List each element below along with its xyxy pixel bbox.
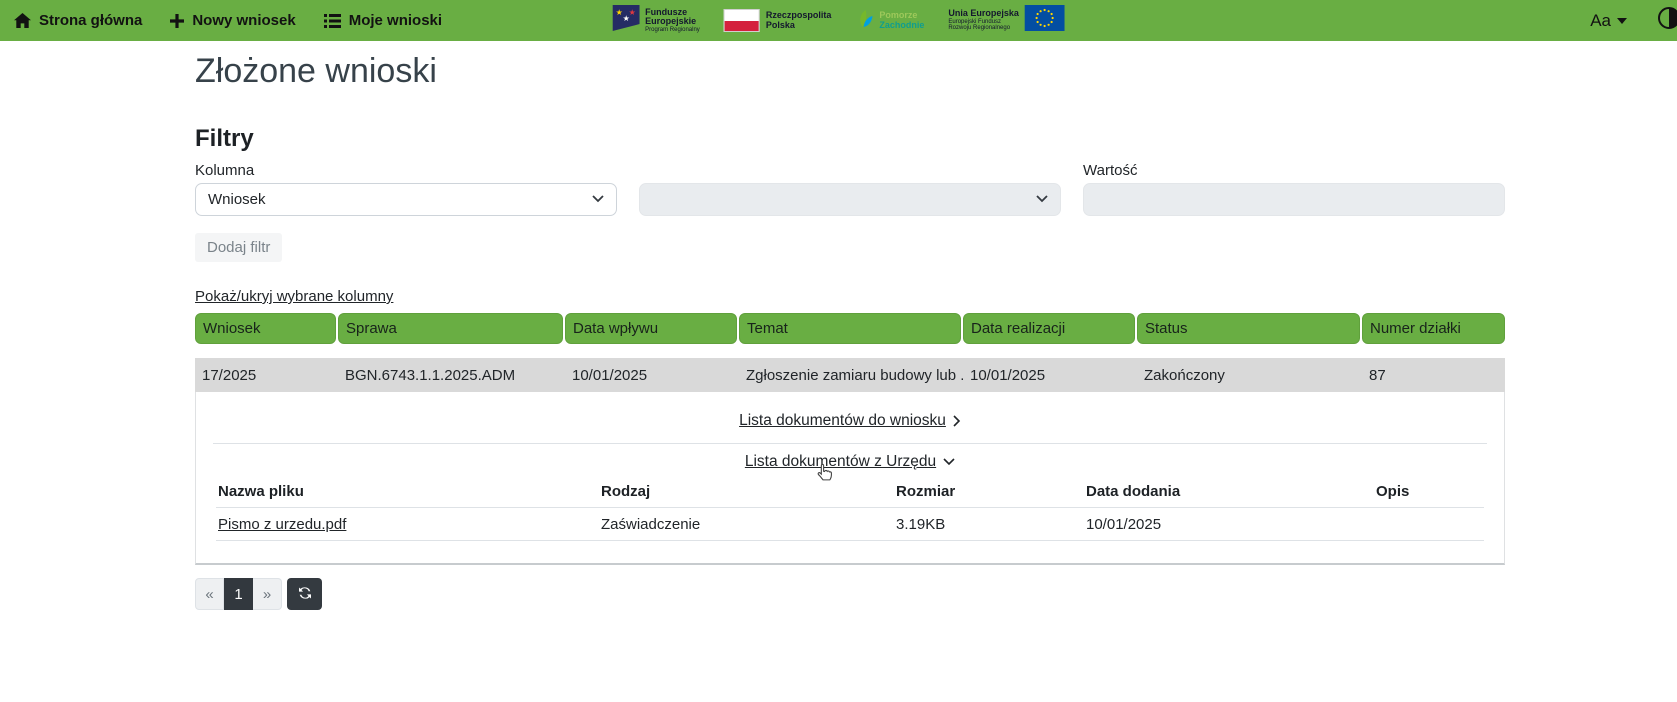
- column-header-status[interactable]: Status: [1137, 313, 1360, 344]
- doc-cell-rozmiar: 3.19KB: [896, 516, 1086, 533]
- column-select-value: Wniosek: [208, 191, 266, 208]
- plus-icon: [170, 14, 184, 28]
- documents-to-application-link[interactable]: Lista dokumentów do wniosku: [739, 412, 961, 430]
- doc-header-rodzaj: Rodzaj: [601, 483, 896, 500]
- documents-from-office-link[interactable]: Lista dokumentów z Urzędu: [745, 453, 955, 471]
- doc-header-nazwa-pliku: Nazwa pliku: [216, 483, 601, 500]
- documents-from-office-label: Lista dokumentów z Urzędu: [745, 453, 936, 471]
- documents-to-application-row: Lista dokumentów do wniosku: [216, 412, 1484, 430]
- filter-row: Kolumna Wniosek Wartość: [195, 162, 1505, 216]
- filter-column-field: Kolumna Wniosek: [195, 162, 617, 216]
- column-header-wniosek[interactable]: Wniosek: [195, 313, 336, 344]
- logo-fundusze-europejskie: ★ ★ ★ Fundusze Europejskie Program Regio…: [612, 5, 700, 36]
- table-row[interactable]: 17/2025 BGN.6743.1.1.2025.ADM 10/01/2025…: [195, 358, 1505, 392]
- column-header-temat[interactable]: Temat: [739, 313, 961, 344]
- cell-temat: Zgłoszenie zamiaru budowy lub ...: [739, 367, 963, 384]
- doc-header-opis: Opis: [1376, 483, 1484, 500]
- doc-cell-nazwa-pliku: Pismo z urzedu.pdf: [216, 516, 601, 533]
- caret-down-icon: [1617, 18, 1627, 24]
- logo-pomorze-zachodnie: Pomorze Zachodnie: [855, 7, 924, 34]
- column-header-data-realizacji[interactable]: Data realizacji: [963, 313, 1135, 344]
- list-icon: [324, 14, 341, 28]
- value-label: Wartość: [1083, 162, 1505, 179]
- nav-item-home[interactable]: Strona główna: [14, 12, 142, 29]
- home-icon: [14, 13, 31, 28]
- column-header-numer-dzialki[interactable]: Numer działki: [1362, 313, 1505, 344]
- poland-flag-icon: [724, 9, 760, 32]
- cell-status: Zakończony: [1137, 367, 1362, 384]
- document-file-link[interactable]: Pismo z urzedu.pdf: [218, 516, 346, 533]
- documents-table-header: Nazwa pliku Rodzaj Rozmiar Data dodania …: [216, 479, 1484, 508]
- document-row: Pismo z urzedu.pdf Zaświadczenie 3.19KB …: [216, 508, 1484, 541]
- svg-text:★: ★: [628, 8, 635, 17]
- row-details-panel: Lista dokumentów do wniosku Lista dokume…: [195, 392, 1505, 565]
- doc-header-rozmiar: Rozmiar: [896, 483, 1086, 500]
- fundusze-europejskie-text: Fundusze Europejskie Program Regionalny: [645, 8, 700, 33]
- unia-europejska-text: Unia Europejska Europejski Fundusz Rozwo…: [948, 9, 1019, 31]
- chevron-down-icon: [1036, 195, 1048, 203]
- main-content: Złożone wnioski Filtry Kolumna Wniosek W…: [0, 51, 1505, 610]
- logo-rzeczpospolita-polska: Rzeczpospolita Polska: [724, 9, 832, 32]
- pagination-prev-button[interactable]: «: [195, 578, 224, 610]
- show-hide-columns-link[interactable]: Pokaż/ukryj wybrane kolumny: [195, 288, 393, 305]
- value-input[interactable]: [1083, 183, 1505, 216]
- eu-flag-icon: [1025, 5, 1065, 36]
- doc-cell-data-dodania: 10/01/2025: [1086, 516, 1376, 533]
- filters-heading: Filtry: [195, 125, 1505, 153]
- cell-data-realizacji: 10/01/2025: [963, 367, 1137, 384]
- chevron-right-icon: [953, 415, 961, 427]
- refresh-button[interactable]: [287, 578, 322, 610]
- panel-divider: [213, 443, 1487, 444]
- add-filter-button[interactable]: Dodaj filtr: [195, 233, 282, 262]
- doc-cell-rodzaj: Zaświadczenie: [601, 516, 896, 533]
- nav-item-my-applications[interactable]: Moje wnioski: [324, 12, 442, 29]
- filters-section: Filtry Kolumna Wniosek Wartość Dodaj fil…: [195, 125, 1505, 262]
- documents-from-office-row: Lista dokumentów z Urzędu: [216, 453, 1484, 471]
- top-navbar: Strona główna Nowy wniosek Moje wnioski: [0, 0, 1677, 41]
- column-select[interactable]: Wniosek: [195, 183, 617, 216]
- navbar-menu: Strona główna Nowy wniosek Moje wnioski: [14, 12, 442, 29]
- documents-table: Nazwa pliku Rodzaj Rozmiar Data dodania …: [216, 479, 1484, 541]
- column-header-sprawa[interactable]: Sprawa: [338, 313, 563, 344]
- filter-value-field: Wartość: [1083, 162, 1505, 216]
- rzeczpospolita-polska-text: Rzeczpospolita Polska: [766, 11, 832, 30]
- chevron-down-icon: [943, 458, 955, 466]
- documents-to-application-label: Lista dokumentów do wniosku: [739, 412, 946, 430]
- navbar-right-controls: Aa: [1590, 6, 1663, 35]
- cell-wniosek: 17/2025: [195, 367, 338, 384]
- logo-unia-europejska: Unia Europejska Europejski Fundusz Rozwo…: [948, 5, 1065, 36]
- fundusze-europejskie-flag-icon: ★ ★ ★: [612, 5, 639, 36]
- refresh-icon: [297, 585, 313, 604]
- filter-operator-field: [639, 183, 1061, 216]
- nav-item-label: Nowy wniosek: [192, 12, 295, 29]
- column-label: Kolumna: [195, 162, 617, 179]
- eu-funding-logos: ★ ★ ★ Fundusze Europejskie Program Regio…: [612, 0, 1065, 41]
- contrast-toggle[interactable]: [1657, 6, 1677, 35]
- pagination: « 1 »: [195, 578, 1505, 610]
- nav-item-label: Moje wnioski: [349, 12, 442, 29]
- cell-sprawa: BGN.6743.1.1.2025.ADM: [338, 367, 565, 384]
- pomorze-zachodnie-leaf-icon: [855, 7, 873, 34]
- cell-data-wplywu: 10/01/2025: [565, 367, 739, 384]
- cell-numer-dzialki: 87: [1362, 367, 1505, 384]
- font-size-dropdown[interactable]: Aa: [1590, 11, 1627, 31]
- pagination-page-1-button[interactable]: 1: [224, 578, 253, 610]
- column-header-data-wplywu[interactable]: Data wpływu: [565, 313, 737, 344]
- pagination-next-button[interactable]: »: [253, 578, 282, 610]
- results-table-header: Wniosek Sprawa Data wpływu Temat Data re…: [195, 313, 1505, 344]
- doc-header-data-dodania: Data dodania: [1086, 483, 1376, 500]
- page-title: Złożone wnioski: [195, 51, 1505, 91]
- font-size-label: Aa: [1590, 11, 1611, 31]
- operator-select[interactable]: [639, 183, 1061, 216]
- nav-item-label: Strona główna: [39, 12, 142, 29]
- nav-item-new-application[interactable]: Nowy wniosek: [170, 12, 295, 29]
- chevron-down-icon: [592, 195, 604, 203]
- contrast-icon: [1657, 17, 1677, 34]
- pomorze-zachodnie-text: Pomorze Zachodnie: [879, 11, 924, 30]
